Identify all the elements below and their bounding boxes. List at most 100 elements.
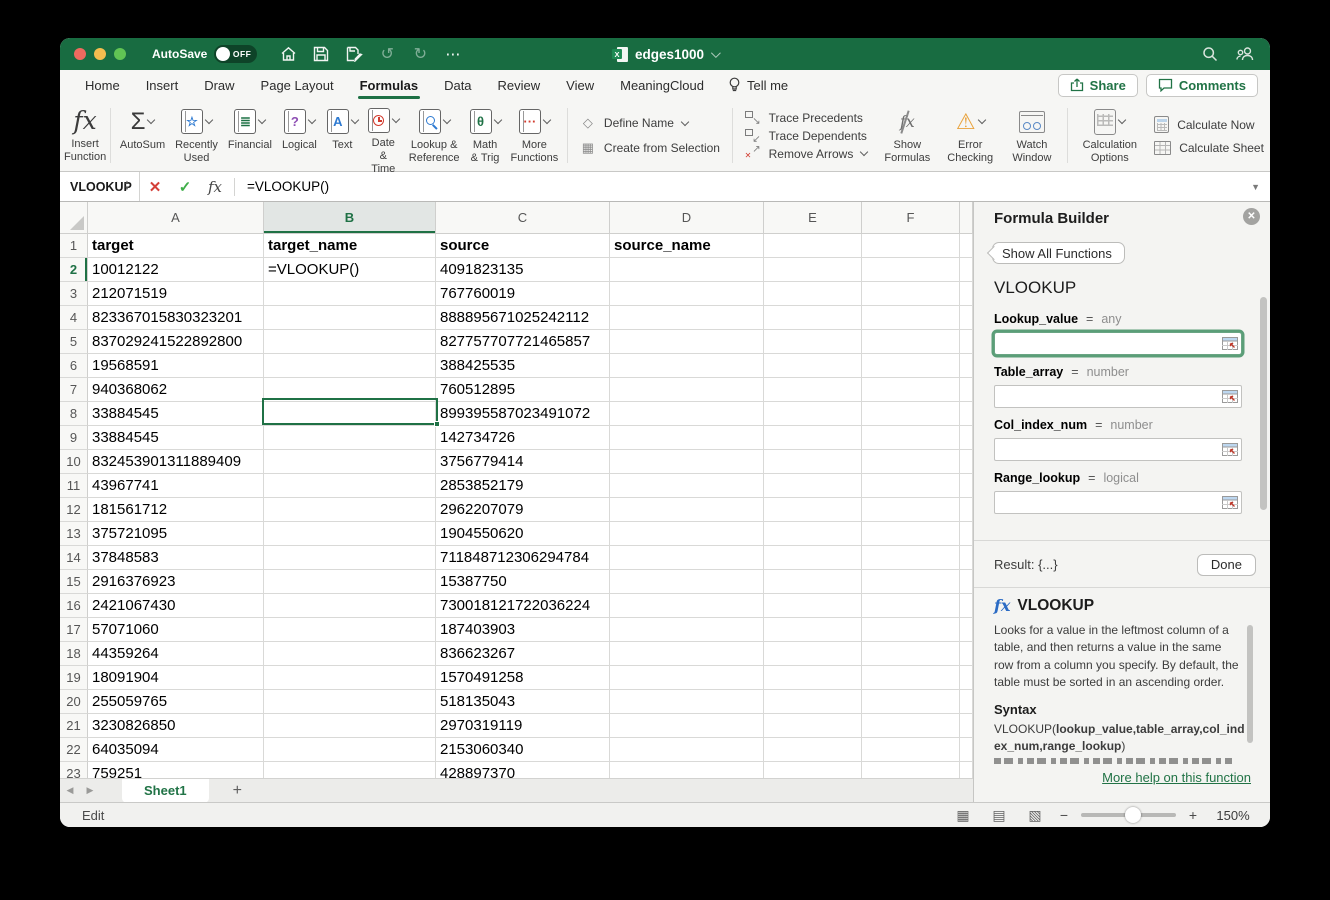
page-break-view-icon[interactable]: ▧ <box>1017 807 1053 824</box>
row-header-7[interactable]: 7 <box>60 378 88 402</box>
sheet-tab-sheet1[interactable]: Sheet1 <box>122 779 209 803</box>
cell-C11[interactable]: 2853852179 <box>436 474 610 498</box>
formula-input[interactable]: =VLOOKUP() <box>247 179 329 194</box>
row-header-8[interactable]: 8 <box>60 402 88 426</box>
cell-F18[interactable] <box>862 642 960 666</box>
cell-G10[interactable] <box>960 450 973 474</box>
cell-E14[interactable] <box>764 546 862 570</box>
cell-A21[interactable]: 3230826850 <box>88 714 264 738</box>
cell-A17[interactable]: 57071060 <box>88 618 264 642</box>
calculate-now-button[interactable]: Calculate Now <box>1154 116 1264 133</box>
cell-B21[interactable] <box>264 714 436 738</box>
cell-C3[interactable]: 767760019 <box>436 282 610 306</box>
tab-view[interactable]: View <box>566 72 594 99</box>
row-header-6[interactable]: 6 <box>60 354 88 378</box>
cell-E7[interactable] <box>764 378 862 402</box>
cell-C23[interactable]: 428897370 <box>436 762 610 778</box>
cell-B12[interactable] <box>264 498 436 522</box>
cell-G13[interactable] <box>960 522 973 546</box>
row-header-14[interactable]: 14 <box>60 546 88 570</box>
cell-F22[interactable] <box>862 738 960 762</box>
cell-E19[interactable] <box>764 666 862 690</box>
expand-formula-bar-icon[interactable]: ▼ <box>1251 182 1260 192</box>
cell-G2[interactable] <box>960 258 973 282</box>
cell-F15[interactable] <box>862 570 960 594</box>
cell-A2[interactable]: 10012122 <box>88 258 264 282</box>
cell-D17[interactable] <box>610 618 764 642</box>
cell-D16[interactable] <box>610 594 764 618</box>
cell-F7[interactable] <box>862 378 960 402</box>
home-icon[interactable] <box>279 45 297 63</box>
cell-F16[interactable] <box>862 594 960 618</box>
cell-C17[interactable]: 187403903 <box>436 618 610 642</box>
save-as-icon[interactable] <box>345 45 363 63</box>
cell-B19[interactable] <box>264 666 436 690</box>
cell-G20[interactable] <box>960 690 973 714</box>
cell-G21[interactable] <box>960 714 973 738</box>
cell-C22[interactable]: 2153060340 <box>436 738 610 762</box>
cell-B5[interactable] <box>264 330 436 354</box>
cell-D12[interactable] <box>610 498 764 522</box>
cell-D5[interactable] <box>610 330 764 354</box>
trace-precedents-button[interactable]: Trace Precedents <box>745 111 868 125</box>
title-chevron-icon[interactable] <box>711 48 721 58</box>
cell-D2[interactable] <box>610 258 764 282</box>
tab-draw[interactable]: Draw <box>204 72 234 99</box>
column-header-F[interactable]: F <box>862 202 960 234</box>
cell-D13[interactable] <box>610 522 764 546</box>
show-all-functions-button[interactable]: Show All Functions <box>992 242 1125 264</box>
col_index_num-input[interactable] <box>994 438 1242 461</box>
table_array-input[interactable] <box>994 385 1242 408</box>
comments-button[interactable]: Comments <box>1146 74 1258 97</box>
cell-F3[interactable] <box>862 282 960 306</box>
cell-F1[interactable] <box>862 234 960 258</box>
cell-G22[interactable] <box>960 738 973 762</box>
share-button[interactable]: Share <box>1058 74 1138 97</box>
zoom-in-button[interactable]: + <box>1182 807 1204 823</box>
tell-me[interactable]: Tell me <box>728 77 788 93</box>
select-all-corner[interactable] <box>60 202 88 234</box>
cell-B9[interactable] <box>264 426 436 450</box>
error-checking-button[interactable]: ⚠ Error Checking <box>939 100 1001 171</box>
cell-D10[interactable] <box>610 450 764 474</box>
tab-formulas[interactable]: Formulas <box>360 72 419 99</box>
range-selector-icon[interactable] <box>1222 390 1238 403</box>
cell-D11[interactable] <box>610 474 764 498</box>
cell-D14[interactable] <box>610 546 764 570</box>
row-header-5[interactable]: 5 <box>60 330 88 354</box>
row-header-10[interactable]: 10 <box>60 450 88 474</box>
normal-view-icon[interactable]: ▦ <box>945 807 981 824</box>
cell-E4[interactable] <box>764 306 862 330</box>
cell-G9[interactable] <box>960 426 973 450</box>
cell-G15[interactable] <box>960 570 973 594</box>
cell-D20[interactable] <box>610 690 764 714</box>
recently-used-button[interactable]: ☆Recently Used <box>170 100 223 171</box>
trace-dependents-button[interactable]: Trace Dependents <box>745 129 868 143</box>
lookup-reference-button[interactable]: Lookup & Reference <box>404 100 465 171</box>
cell-B23[interactable] <box>264 762 436 778</box>
cell-A18[interactable]: 44359264 <box>88 642 264 666</box>
cell-F5[interactable] <box>862 330 960 354</box>
row-header-3[interactable]: 3 <box>60 282 88 306</box>
zoom-slider-knob[interactable] <box>1125 807 1141 823</box>
zoom-level[interactable]: 150% <box>1204 808 1262 823</box>
more-functions-button[interactable]: ···More Functions <box>506 100 564 171</box>
cell-E22[interactable] <box>764 738 862 762</box>
more-help-link[interactable]: More help on this function <box>1102 770 1251 785</box>
cell-F14[interactable] <box>862 546 960 570</box>
cell-F10[interactable] <box>862 450 960 474</box>
remove-arrows-button[interactable]: Remove Arrows <box>745 147 868 161</box>
row-header-11[interactable]: 11 <box>60 474 88 498</box>
cell-B20[interactable] <box>264 690 436 714</box>
cell-B16[interactable] <box>264 594 436 618</box>
cell-E15[interactable] <box>764 570 862 594</box>
cell-F8[interactable] <box>862 402 960 426</box>
fields-scrollbar[interactable] <box>1260 297 1267 510</box>
cell-B15[interactable] <box>264 570 436 594</box>
column-header-E[interactable]: E <box>764 202 862 234</box>
cell-G16[interactable] <box>960 594 973 618</box>
cell-G17[interactable] <box>960 618 973 642</box>
cell-E8[interactable] <box>764 402 862 426</box>
close-window-button[interactable] <box>74 48 86 60</box>
minimize-window-button[interactable] <box>94 48 106 60</box>
